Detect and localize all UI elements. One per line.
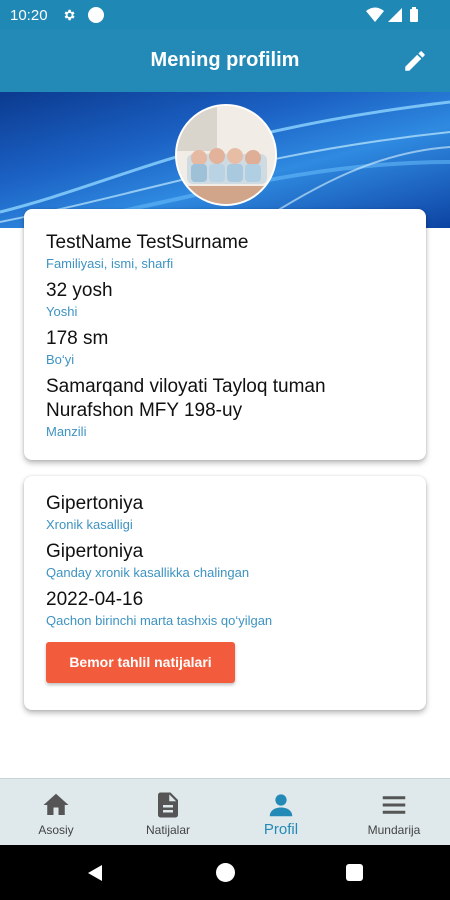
nav-item-profil[interactable]: Profil xyxy=(225,779,337,846)
nav-label-profil: Profil xyxy=(263,821,299,838)
avatar-photo xyxy=(177,106,275,204)
height-label: Bo‘yi xyxy=(46,352,75,367)
address-field: Samarqand viloyati Tayloq tuman Nurafsho… xyxy=(46,375,408,441)
status-bar: 10:20 xyxy=(0,0,450,30)
recent-apps-icon[interactable] xyxy=(346,864,363,881)
analysis-results-button[interactable]: Bemor tahlil natijalari xyxy=(46,642,235,683)
height-field: 178 sm Bo‘yi xyxy=(46,327,408,369)
chronic-disease-value: Gipertoniya xyxy=(46,493,144,514)
full-name-label: Familiyasi, ismi, sharfi xyxy=(46,256,174,271)
diagnosis-date-value: 2022-04-16 xyxy=(46,589,144,610)
chronic-disease-label: Xronik kasalligi xyxy=(46,517,133,532)
diagnosis-date-field: 2022-04-16 Qachon birinchi marta tashxis… xyxy=(46,588,408,630)
height-value: 178 sm xyxy=(46,328,109,349)
home-button-icon[interactable] xyxy=(216,863,235,882)
diagnosis-date-label: Qachon birinchi marta tashxis qo‘yilgan xyxy=(46,613,273,628)
app-bar: Mening profilim xyxy=(0,30,450,92)
menu-icon xyxy=(382,796,406,814)
nav-label-mundarija: Mundarija xyxy=(367,823,421,837)
back-icon[interactable] xyxy=(86,864,104,882)
personal-info-card: TestName TestSurname Familiyasi, ismi, s… xyxy=(24,209,426,460)
nav-label-asosiy: Asosiy xyxy=(38,823,74,837)
nav-item-mundarija[interactable]: Mundarija xyxy=(338,779,450,846)
diagnosed-disease-label: Qanday xronik kasallikka chalingan xyxy=(46,565,250,580)
age-value: 32 yosh xyxy=(46,280,113,301)
diagnosed-disease-value: Gipertoniya xyxy=(46,541,144,562)
system-navigation-bar xyxy=(0,845,450,900)
nav-label-natijalar: Natijalar xyxy=(145,823,190,837)
nav-item-natijalar[interactable]: Natijalar xyxy=(112,779,224,846)
age-label: Yoshi xyxy=(46,304,78,319)
person-icon xyxy=(269,794,293,817)
nav-item-asosiy[interactable]: Asosiy xyxy=(0,779,112,846)
address-label: Manzili xyxy=(46,424,87,439)
signal-icon xyxy=(388,8,402,22)
page-title: Mening profilim xyxy=(150,49,300,71)
bottom-navigation: Asosiy Natijalar Profil Mundarija xyxy=(0,778,450,845)
address-value: Samarqand viloyati Tayloq tuman Nurafsho… xyxy=(46,376,326,421)
status-indicators xyxy=(366,7,418,22)
avatar xyxy=(175,104,277,206)
battery-icon xyxy=(410,7,418,22)
settings-gear-icon xyxy=(64,9,75,21)
medical-info-card: Gipertoniya Xronik kasalligi Gipertoniya… xyxy=(24,476,426,710)
home-icon xyxy=(43,793,69,815)
document-icon xyxy=(158,792,178,818)
status-time: 10:20 xyxy=(10,7,48,24)
notification-dot-icon xyxy=(88,7,104,23)
age-field: 32 yosh Yoshi xyxy=(46,279,408,321)
pencil-icon[interactable] xyxy=(402,48,428,74)
chronic-disease-field: Gipertoniya Xronik kasalligi xyxy=(46,492,408,534)
diagnosed-disease-field: Gipertoniya Qanday xronik kasallikka cha… xyxy=(46,540,408,582)
full-name-value: TestName TestSurname xyxy=(46,232,249,253)
full-name-field: TestName TestSurname Familiyasi, ismi, s… xyxy=(46,231,408,273)
wifi-icon xyxy=(366,7,384,22)
